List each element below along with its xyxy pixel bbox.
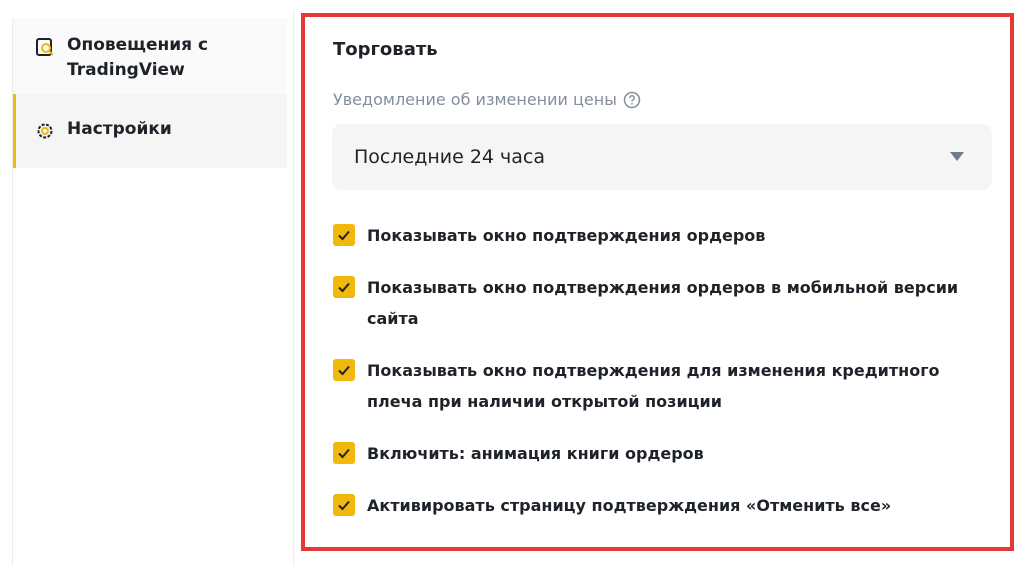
price-notification-label: Уведомление об изменении цены	[333, 90, 641, 109]
checkbox[interactable]	[333, 494, 355, 516]
tradingview-alert-icon	[36, 38, 54, 56]
option-show-order-confirmation-mobile: Показывать окно подтверждения ордеров в …	[333, 272, 973, 334]
check-icon	[338, 500, 350, 511]
sidebar-item-label: Оповещения с TradingView	[67, 35, 209, 80]
select-value: Последние 24 часа	[354, 146, 546, 168]
help-icon[interactable]	[623, 91, 641, 109]
caret-down-icon	[950, 152, 964, 161]
option-label: Включить: анимация книги ордеров	[367, 444, 704, 463]
check-icon	[338, 230, 350, 241]
divider	[293, 10, 294, 566]
sidebar-item-label: Настройки	[67, 119, 172, 139]
price-notification-label-text: Уведомление об изменении цены	[333, 90, 617, 109]
option-cancel-all-confirmation: Активировать страницу подтверждения «Отм…	[333, 490, 973, 521]
check-icon	[338, 365, 350, 376]
check-icon	[338, 448, 350, 459]
sidebar-item-tradingview-alerts[interactable]: Оповещения с TradingView	[13, 18, 287, 94]
checkbox[interactable]	[333, 359, 355, 381]
checkbox[interactable]	[333, 442, 355, 464]
option-label: Показывать окно подтверждения ордеров в …	[367, 278, 959, 328]
option-label: Показывать окно подтверждения ордеров	[367, 226, 766, 245]
section-title: Торговать	[333, 39, 438, 60]
checkbox[interactable]	[333, 276, 355, 298]
option-label: Показывать окно подтверждения для измене…	[367, 361, 940, 411]
option-orderbook-animation: Включить: анимация книги ордеров	[333, 438, 973, 469]
checkbox[interactable]	[333, 224, 355, 246]
sidebar-item-settings[interactable]: Настройки	[13, 94, 287, 168]
price-notification-select[interactable]: Последние 24 часа	[332, 124, 992, 190]
check-icon	[338, 282, 350, 293]
gear-icon	[37, 123, 53, 139]
option-label: Активировать страницу подтверждения «Отм…	[367, 496, 892, 515]
option-show-leverage-confirmation: Показывать окно подтверждения для измене…	[333, 355, 973, 417]
option-show-order-confirmation: Показывать окно подтверждения ордеров	[333, 220, 973, 251]
trade-settings-panel: Торговать Уведомление об изменении цены …	[301, 13, 1014, 551]
page: Оповещения с TradingView Настройки Торго…	[0, 0, 1024, 566]
sidebar: Оповещения с TradingView Настройки	[12, 18, 287, 566]
